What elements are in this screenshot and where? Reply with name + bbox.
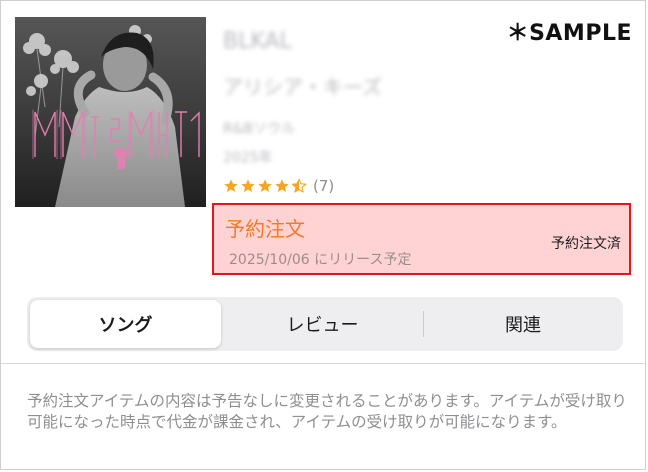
genre-label: R&Bソウル xyxy=(223,121,296,137)
album-artwork-image xyxy=(15,17,206,207)
release-year: 2025年 xyxy=(223,150,273,166)
sample-watermark: ＊SAMPLE xyxy=(506,21,632,46)
album-artwork[interactable] xyxy=(15,17,206,207)
artist-name[interactable]: アリシア・キーズ xyxy=(223,71,382,100)
star-full-icon xyxy=(275,179,289,192)
preorder-status-label: 予約注文済 xyxy=(551,236,621,252)
section-divider xyxy=(1,363,645,364)
content-tab-bar: ソング レビュー 関連 xyxy=(27,297,623,351)
preorder-title: 予約注文 xyxy=(225,217,305,241)
album-detail-panel: ＊SAMPLE BLKAL アリシア・キーズ R&Bソウル 2025年 (7) … xyxy=(0,0,646,470)
preorder-release-date: 2025/10/06 にリリース予定 xyxy=(229,252,412,268)
preorder-notice-text: 予約注文アイテムの内容は予告なしに変更されることがあります。アイテムが受け取り可… xyxy=(27,392,627,431)
star-half-icon xyxy=(291,178,307,193)
tab-reviews[interactable]: レビュー xyxy=(226,300,419,348)
star-full-icon xyxy=(241,179,255,192)
tab-divider xyxy=(423,311,424,337)
rating-row[interactable]: (7) xyxy=(223,176,334,196)
tab-songs[interactable]: ソング xyxy=(30,300,221,348)
preorder-highlight[interactable]: 予約注文 2025/10/06 にリリース予定 予約注文済 xyxy=(212,203,631,275)
rating-count: (7) xyxy=(313,177,335,195)
tab-related[interactable]: 関連 xyxy=(426,300,620,348)
star-full-icon xyxy=(224,179,238,192)
rating-stars xyxy=(223,178,308,194)
album-title: BLKAL xyxy=(223,29,292,54)
star-full-icon xyxy=(258,179,272,192)
